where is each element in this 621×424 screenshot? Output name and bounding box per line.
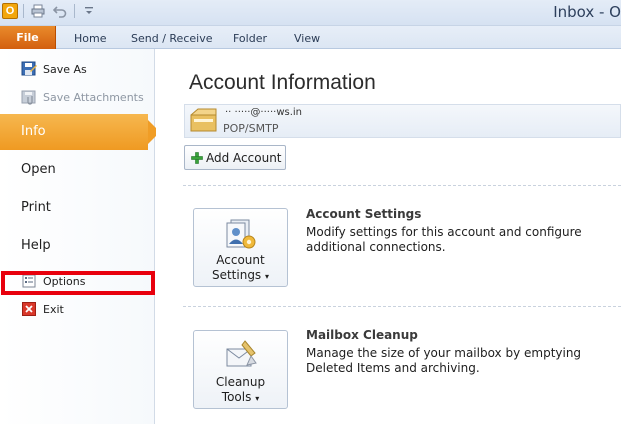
- options-label: Options: [43, 274, 86, 288]
- cleanup-tools-icon: [223, 339, 259, 373]
- nav-tab-info[interactable]: Info: [0, 114, 160, 150]
- cleanup-tools-line2: Tools ▾: [221, 390, 260, 404]
- tab-send-receive[interactable]: Send / Receive: [131, 29, 212, 49]
- account-settings-title: Account Settings: [306, 207, 422, 221]
- account-selector[interactable]: ·· ·····@·····ws.in POP/SMTP: [184, 104, 621, 138]
- account-settings-button[interactable]: Account Settings ▾: [193, 208, 288, 287]
- tab-folder[interactable]: Folder: [233, 29, 267, 49]
- save-as-label: Save As: [43, 62, 87, 76]
- nav-tab-open[interactable]: Open: [0, 152, 155, 188]
- add-account-button[interactable]: Add Account: [184, 145, 286, 170]
- account-info-panel: Account Information ·· ·····@·····ws.in …: [156, 49, 621, 424]
- account-settings-line2: Settings ▾: [211, 268, 270, 282]
- plus-icon: [191, 151, 203, 164]
- print-icon[interactable]: [29, 2, 47, 20]
- quick-access-toolbar: O: [2, 2, 98, 20]
- window-title: Inbox - O: [553, 3, 621, 21]
- toolbar-separator: [74, 4, 75, 18]
- ribbon-tabs: File Home Send / Receive Folder View: [0, 26, 621, 49]
- undo-icon[interactable]: [51, 2, 69, 20]
- toolbar-separator: [23, 4, 24, 18]
- account-type: POP/SMTP: [223, 122, 279, 135]
- backstage-nav: Save As Save Attachments Info Open Print…: [0, 49, 160, 424]
- account-settings-icon: [223, 217, 259, 251]
- save-attachments-icon: [21, 89, 37, 105]
- title-bar: O Inbox - O: [0, 0, 621, 26]
- tab-home[interactable]: Home: [74, 29, 106, 49]
- save-attachments-label: Save Attachments: [43, 90, 144, 104]
- customize-icon[interactable]: [80, 2, 98, 20]
- save-as-icon: [21, 61, 37, 77]
- exit-icon: [21, 301, 37, 317]
- exit-label: Exit: [43, 302, 64, 316]
- mailbox-cleanup-description: Manage the size of your mailbox by empty…: [306, 346, 582, 375]
- options-button[interactable]: Options: [0, 270, 155, 292]
- cleanup-tools-button[interactable]: Cleanup Tools ▾: [193, 330, 288, 409]
- mailbox-cleanup-title: Mailbox Cleanup: [306, 328, 418, 342]
- save-attachments-button[interactable]: Save Attachments: [0, 86, 155, 108]
- mailbox-icon: [188, 107, 218, 135]
- account-email: ·· ·····@·····ws.in: [225, 107, 303, 118]
- tab-file[interactable]: File: [0, 26, 56, 49]
- section-divider: [183, 185, 621, 186]
- outlook-icon[interactable]: O: [2, 3, 18, 19]
- account-settings-description: Modify settings for this account and con…: [306, 225, 582, 254]
- nav-tab-print[interactable]: Print: [0, 190, 155, 226]
- account-settings-line1: Account: [216, 253, 265, 267]
- nav-tab-help[interactable]: Help: [0, 228, 155, 264]
- section-divider: [183, 306, 621, 307]
- save-as-button[interactable]: Save As: [0, 58, 155, 80]
- options-icon: [21, 273, 37, 289]
- exit-button[interactable]: Exit: [0, 298, 155, 320]
- cleanup-tools-line1: Cleanup: [215, 375, 266, 389]
- page-title: Account Information: [189, 71, 376, 94]
- add-account-label: Add Account: [206, 150, 282, 165]
- tab-view[interactable]: View: [294, 29, 320, 49]
